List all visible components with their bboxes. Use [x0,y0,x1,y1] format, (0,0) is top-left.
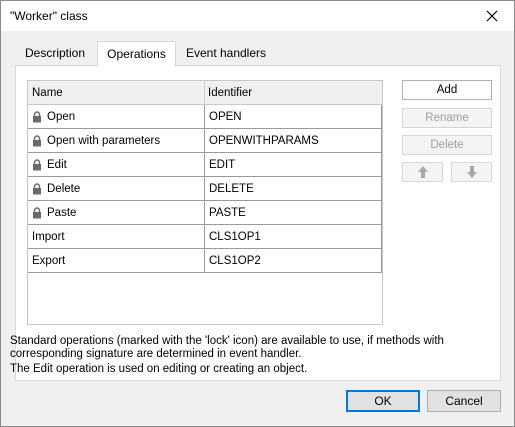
operation-identifier: PASTE [209,206,246,219]
column-divider[interactable] [204,81,205,105]
cell-identifier[interactable]: PASTE [204,201,382,224]
tab-label: Description [24,46,86,60]
operation-name: Paste [47,206,77,219]
tab-label: Event handlers [185,46,267,60]
ok-button-label: OK [374,394,392,408]
cell-identifier[interactable]: OPENWITHPARAMS [204,129,382,152]
cell-name[interactable]: Open with parameters [28,129,204,152]
cell-name[interactable]: Edit [28,153,204,176]
table-row[interactable]: Import CLS1OP1 [28,225,382,249]
table-row[interactable]: Open OPEN [28,105,382,129]
cancel-button-label: Cancel [445,394,483,408]
arrow-down-icon [466,166,477,178]
operation-identifier: EDIT [209,158,236,171]
operations-grid[interactable]: Name Identifier Open OPEN Open with parame… [27,80,383,325]
operation-identifier: OPENWITHPARAMS [209,134,319,147]
table-row[interactable]: Delete DELETE [28,177,382,201]
tab-description[interactable]: Description [15,41,95,66]
dialog-window: "Worker" class Description Operations Ev… [0,0,515,427]
close-button[interactable] [470,1,514,31]
ok-button[interactable]: OK [346,390,420,412]
table-row[interactable]: Paste PASTE [28,201,382,225]
column-header-name[interactable]: Name [32,87,63,99]
lock-icon [33,110,41,122]
cell-identifier[interactable]: OPEN [204,105,382,128]
note-line-2: corresponding signature are determined i… [10,348,302,360]
cell-identifier[interactable]: CLS1OP2 [204,249,382,272]
operation-identifier: CLS1OP2 [209,254,261,267]
cell-name[interactable]: Open [28,105,204,128]
cell-identifier[interactable]: EDIT [204,153,382,176]
title-bar: "Worker" class [1,1,514,31]
table-row[interactable]: Export CLS1OP2 [28,249,382,273]
cancel-button[interactable]: Cancel [427,390,501,412]
operation-identifier: DELETE [209,182,254,195]
operation-identifier: OPEN [209,110,242,123]
move-down-button[interactable] [451,162,492,182]
arrow-up-icon [417,166,428,178]
operation-name: Import [32,230,65,243]
cell-identifier[interactable]: CLS1OP1 [204,225,382,248]
window-title: "Worker" class [10,9,88,23]
cell-identifier[interactable]: DELETE [204,177,382,200]
lock-icon [33,206,41,218]
lock-icon [33,182,41,194]
lock-icon [33,158,41,170]
tab-event-handlers[interactable]: Event handlers [178,41,274,66]
rename-button[interactable]: Rename [402,108,492,128]
cell-name[interactable]: Paste [28,201,204,224]
tab-operations[interactable]: Operations [97,41,176,67]
operation-name: Open with parameters [47,134,161,147]
cell-name[interactable]: Import [28,225,204,248]
close-icon [486,10,498,22]
lock-icon [33,134,41,146]
table-row[interactable]: Edit EDIT [28,153,382,177]
move-up-button[interactable] [402,162,443,182]
operation-name: Open [47,110,76,123]
add-button[interactable]: Add [402,80,492,100]
add-button-label: Add [436,84,458,96]
delete-button[interactable]: Delete [402,135,492,155]
operation-name: Edit [47,158,67,171]
cell-name[interactable]: Delete [28,177,204,200]
delete-button-label: Delete [430,139,464,151]
table-row[interactable]: Open with parameters OPENWITHPARAMS [28,129,382,153]
cell-name[interactable]: Export [28,249,204,272]
operation-name: Delete [47,182,81,195]
operation-name: Export [32,254,66,267]
column-header-identifier[interactable]: Identifier [208,87,252,99]
note-line-3: The Edit operation is used on editing or… [10,363,308,375]
rename-button-label: Rename [425,112,469,124]
note-line-1: Standard operations (marked with the 'lo… [10,335,444,347]
tab-label: Operations [107,47,166,61]
operation-identifier: CLS1OP1 [209,230,261,243]
grid-header: Name Identifier [28,81,382,105]
